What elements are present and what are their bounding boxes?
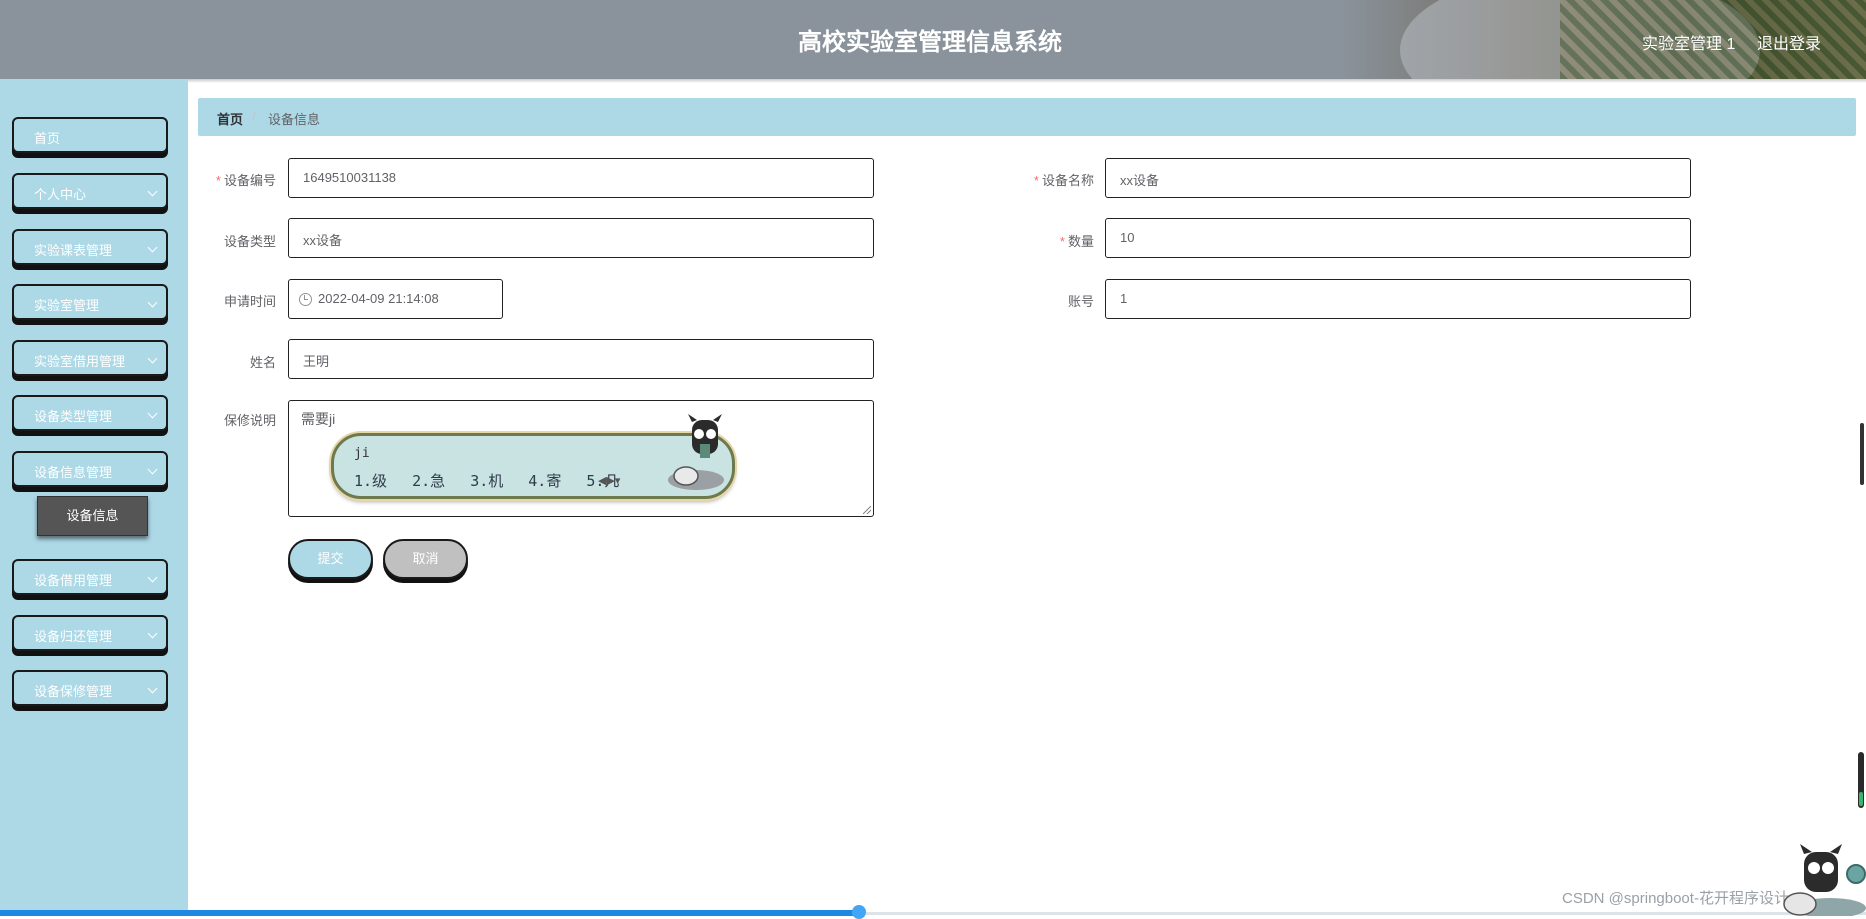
device-name-label: * 设备名称 bbox=[1033, 173, 1094, 188]
account-field[interactable]: 1 bbox=[1105, 279, 1691, 319]
ime-mascot-icon bbox=[668, 414, 724, 490]
ime-candidate[interactable]: 1.级 bbox=[354, 472, 387, 490]
sidebar-item-device-return[interactable]: 设备归还管理 bbox=[12, 615, 168, 651]
corner-mascot-icon bbox=[1783, 844, 1866, 916]
repair-note-value: 需要ji bbox=[301, 411, 336, 427]
app-title: 高校实验室管理信息系统 bbox=[798, 29, 1062, 56]
sidebar-item-label: 设备借用管理 bbox=[34, 573, 113, 588]
ime-candidate[interactable]: 4.寄 bbox=[528, 472, 561, 490]
sidebar-item-label: 实验室借用管理 bbox=[34, 354, 126, 369]
sidebar-item-label: 首页 bbox=[34, 131, 61, 146]
current-user: 实验室管理 1 bbox=[1642, 36, 1736, 53]
sidebar-item-label: 设备归还管理 bbox=[34, 629, 113, 644]
quantity-field[interactable]: 10 bbox=[1105, 218, 1691, 258]
chevron-down-icon bbox=[147, 408, 158, 419]
repair-note-label: 保修说明 bbox=[223, 413, 276, 428]
apply-time-label: 申请时间 bbox=[223, 294, 276, 309]
sidebar-item-label: 设备保修管理 bbox=[34, 684, 113, 699]
breadcrumb-home[interactable]: 首页 bbox=[217, 109, 243, 128]
sidebar-item-label: 个人中心 bbox=[34, 187, 87, 202]
required-mark: * bbox=[215, 173, 221, 188]
sidebar-item-label: 设备信息管理 bbox=[34, 465, 113, 480]
apply-time-value: 2022-04-09 21:14:08 bbox=[318, 291, 439, 306]
progress-track bbox=[860, 912, 1866, 915]
required-mark: * bbox=[1059, 234, 1065, 249]
scrollbar-thumb[interactable] bbox=[1860, 423, 1864, 485]
breadcrumb-separator: / bbox=[252, 109, 256, 124]
sidebar-item-home[interactable]: 首页 bbox=[12, 117, 168, 153]
top-header: 高校实验室管理信息系统 实验室管理 1 退出登录 bbox=[0, 0, 1866, 79]
quantity-label: * 数量 bbox=[1059, 234, 1094, 249]
device-type-value: xx设备 bbox=[303, 233, 343, 248]
progress-bar bbox=[0, 910, 860, 916]
sidebar-item-personal-center[interactable]: 个人中心 bbox=[12, 173, 168, 209]
chevron-down-icon bbox=[147, 242, 158, 253]
ime-candidate-list: 1.级 2.急 3.机 4.寄 5.几 bbox=[354, 470, 635, 491]
resize-handle-icon[interactable] bbox=[863, 506, 871, 514]
sidebar-item-device-info[interactable]: 设备信息管理 bbox=[12, 451, 168, 487]
sidebar-item-label: 设备类型管理 bbox=[34, 409, 113, 424]
sidebar-item-lab-borrow[interactable]: 实验室借用管理 bbox=[12, 340, 168, 376]
account-value: 1 bbox=[1120, 291, 1128, 306]
sidebar-item-device-type[interactable]: 设备类型管理 bbox=[12, 395, 168, 431]
device-type-field[interactable]: xx设备 bbox=[288, 218, 874, 258]
sidebar-item-lab-schedule[interactable]: 实验课表管理 bbox=[12, 229, 168, 265]
chevron-down-icon bbox=[147, 683, 158, 694]
sidebar-item-label: 实验室管理 bbox=[34, 298, 100, 313]
name-field[interactable]: 王明 bbox=[288, 339, 874, 379]
ime-candidate[interactable]: 3.机 bbox=[470, 472, 503, 490]
breadcrumb-current: 设备信息 bbox=[268, 112, 321, 127]
chevron-down-icon bbox=[147, 464, 158, 475]
breadcrumb: 首页 / 设备信息 bbox=[198, 98, 1856, 136]
chevron-down-icon bbox=[147, 186, 158, 197]
sidebar-item-device-repair[interactable]: 设备保修管理 bbox=[12, 670, 168, 706]
device-no-value: 1649510031138 bbox=[303, 170, 397, 185]
sidebar-item-label: 实验课表管理 bbox=[34, 243, 113, 258]
name-value: 王明 bbox=[303, 354, 330, 369]
logout-link[interactable]: 退出登录 bbox=[1757, 30, 1821, 54]
submit-button[interactable]: 提交 bbox=[288, 539, 373, 579]
sidebar-subitem-device-info[interactable]: 设备信息 bbox=[37, 496, 148, 536]
account-label: 账号 bbox=[1067, 294, 1094, 309]
device-no-field[interactable]: 1649510031138 bbox=[288, 158, 874, 198]
chevron-down-icon bbox=[147, 628, 158, 639]
watermark: CSDN @springboot-花开程序设计 bbox=[1562, 890, 1789, 907]
name-label: 姓名 bbox=[249, 355, 276, 370]
chevron-down-icon bbox=[147, 297, 158, 308]
progress-handle[interactable] bbox=[852, 905, 866, 919]
header-shadow bbox=[0, 79, 1866, 83]
ime-composition: ji bbox=[354, 446, 370, 461]
device-type-label: 设备类型 bbox=[223, 234, 276, 249]
ime-candidate[interactable]: 2.急 bbox=[412, 472, 445, 490]
sidebar-item-lab-management[interactable]: 实验室管理 bbox=[12, 284, 168, 320]
device-no-label: * 设备编号 bbox=[215, 173, 276, 188]
device-name-value: xx设备 bbox=[1120, 173, 1160, 188]
cancel-button[interactable]: 取消 bbox=[383, 539, 468, 579]
required-mark: * bbox=[1033, 173, 1039, 188]
ime-candidate-window: ji 1.级 2.急 3.机 4.寄 5.几 ◀▶▾ bbox=[331, 414, 735, 499]
clock-icon bbox=[299, 293, 312, 306]
apply-time-picker[interactable]: 2022-04-09 21:14:08 bbox=[288, 279, 503, 319]
sidebar-item-device-borrow[interactable]: 设备借用管理 bbox=[12, 559, 168, 595]
chevron-down-icon bbox=[147, 353, 158, 364]
device-name-field[interactable]: xx设备 bbox=[1105, 158, 1691, 198]
ime-page-arrows-icon[interactable]: ◀▶▾ bbox=[598, 474, 620, 487]
quantity-value: 10 bbox=[1120, 230, 1135, 245]
chevron-down-icon bbox=[147, 572, 158, 583]
secondary-scrollbar-thumb[interactable] bbox=[1858, 752, 1864, 808]
sidebar-subitem-label: 设备信息 bbox=[66, 508, 119, 523]
